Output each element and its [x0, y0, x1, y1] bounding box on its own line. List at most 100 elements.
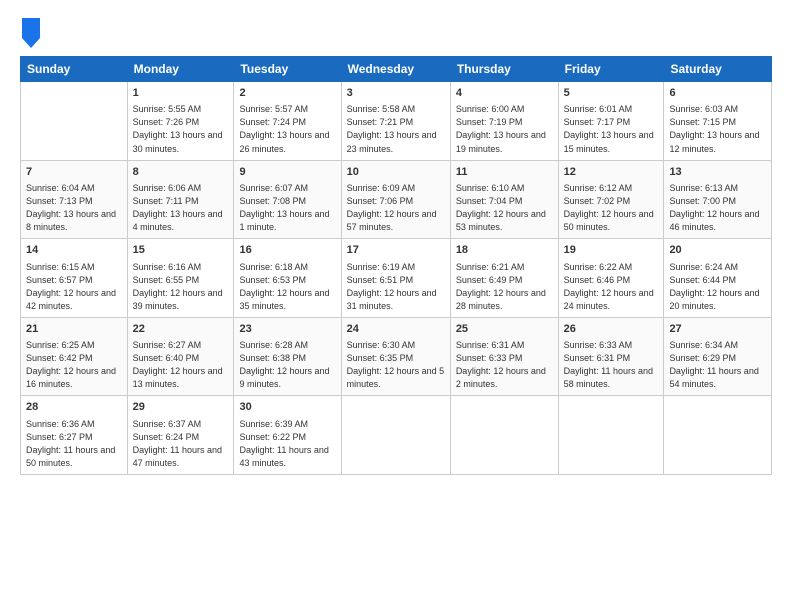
day-info: Sunrise: 6:25 AMSunset: 6:42 PMDaylight:… — [26, 339, 122, 391]
calendar-cell: 26 Sunrise: 6:33 AMSunset: 6:31 PMDayligh… — [558, 317, 664, 396]
calendar-cell: 11 Sunrise: 6:10 AMSunset: 7:04 PMDayligh… — [450, 160, 558, 239]
day-number: 15 — [133, 243, 229, 258]
day-info: Sunrise: 5:55 AMSunset: 7:26 PMDaylight:… — [133, 103, 229, 155]
day-number: 2 — [239, 86, 335, 101]
calendar-cell: 5Sunrise: 6:01 AMSunset: 7:17 PMDaylight… — [558, 82, 664, 161]
day-info: Sunrise: 6:24 AMSunset: 6:44 PMDaylight:… — [669, 261, 766, 313]
day-info: Sunrise: 6:30 AMSunset: 6:35 PMDaylight:… — [347, 339, 445, 391]
calendar-week-row: 7 Sunrise: 6:04 AMSunset: 7:13 PMDaylight… — [21, 160, 772, 239]
calendar-cell: 6 Sunrise: 6:03 AMSunset: 7:15 PMDaylight… — [664, 82, 772, 161]
day-number: 14 — [26, 243, 122, 258]
calendar-cell: 30 Sunrise: 6:39 AMSunset: 6:22 PMDayligh… — [234, 396, 341, 475]
calendar-week-row: 28 Sunrise: 6:36 AMSunset: 6:27 PMDayligh… — [21, 396, 772, 475]
day-number: 10 — [347, 165, 445, 180]
calendar-cell — [664, 396, 772, 475]
calendar-table: SundayMondayTuesdayWednesdayThursdayFrid… — [20, 56, 772, 475]
calendar-header-row: SundayMondayTuesdayWednesdayThursdayFrid… — [21, 57, 772, 82]
calendar-cell: 13Sunrise: 6:13 AMSunset: 7:00 PMDayligh… — [664, 160, 772, 239]
calendar-cell: 15Sunrise: 6:16 AMSunset: 6:55 PMDayligh… — [127, 239, 234, 318]
day-info: Sunrise: 6:03 AMSunset: 7:15 PMDaylight:… — [669, 103, 766, 155]
day-info: Sunrise: 6:15 AMSunset: 6:57 PMDaylight:… — [26, 261, 122, 313]
header — [20, 18, 772, 48]
logo-icon — [22, 18, 40, 48]
column-header-tuesday: Tuesday — [234, 57, 341, 82]
calendar-cell: 29 Sunrise: 6:37 AMSunset: 6:24 PMDayligh… — [127, 396, 234, 475]
day-number: 17 — [347, 243, 445, 258]
day-info: Sunrise: 5:58 AMSunset: 7:21 PMDaylight:… — [347, 103, 445, 155]
calendar-cell: 8 Sunrise: 6:06 AMSunset: 7:11 PMDaylight… — [127, 160, 234, 239]
day-number: 9 — [239, 165, 335, 180]
day-number: 7 — [26, 165, 122, 180]
day-info: Sunrise: 6:18 AMSunset: 6:53 PMDaylight:… — [239, 261, 335, 313]
day-info: Sunrise: 6:37 AMSunset: 6:24 PMDaylight:… — [133, 418, 229, 470]
day-number: 13 — [669, 165, 766, 180]
day-number: 29 — [133, 400, 229, 415]
day-number: 26 — [564, 322, 659, 337]
calendar-cell: 23 Sunrise: 6:28 AMSunset: 6:38 PMDayligh… — [234, 317, 341, 396]
day-info: Sunrise: 6:19 AMSunset: 6:51 PMDaylight:… — [347, 261, 445, 313]
calendar-cell: 3 Sunrise: 5:58 AMSunset: 7:21 PMDaylight… — [341, 82, 450, 161]
day-number: 22 — [133, 322, 229, 337]
calendar-cell: 18Sunrise: 6:21 AMSunset: 6:49 PMDayligh… — [450, 239, 558, 318]
column-header-friday: Friday — [558, 57, 664, 82]
day-info: Sunrise: 6:36 AMSunset: 6:27 PMDaylight:… — [26, 418, 122, 470]
column-header-thursday: Thursday — [450, 57, 558, 82]
day-info: Sunrise: 6:21 AMSunset: 6:49 PMDaylight:… — [456, 261, 553, 313]
calendar-cell — [450, 396, 558, 475]
calendar-cell — [21, 82, 128, 161]
day-info: Sunrise: 5:57 AMSunset: 7:24 PMDaylight:… — [239, 103, 335, 155]
day-info: Sunrise: 6:31 AMSunset: 6:33 PMDaylight:… — [456, 339, 553, 391]
day-number: 11 — [456, 165, 553, 180]
day-info: Sunrise: 6:07 AMSunset: 7:08 PMDaylight:… — [239, 182, 335, 234]
calendar-cell: 25 Sunrise: 6:31 AMSunset: 6:33 PMDayligh… — [450, 317, 558, 396]
day-info: Sunrise: 6:34 AMSunset: 6:29 PMDaylight:… — [669, 339, 766, 391]
calendar-cell: 21Sunrise: 6:25 AMSunset: 6:42 PMDayligh… — [21, 317, 128, 396]
column-header-wednesday: Wednesday — [341, 57, 450, 82]
day-number: 28 — [26, 400, 122, 415]
day-number: 25 — [456, 322, 553, 337]
calendar-cell: 20 Sunrise: 6:24 AMSunset: 6:44 PMDayligh… — [664, 239, 772, 318]
calendar-cell: 10 Sunrise: 6:09 AMSunset: 7:06 PMDayligh… — [341, 160, 450, 239]
day-info: Sunrise: 6:12 AMSunset: 7:02 PMDaylight:… — [564, 182, 659, 234]
calendar-cell — [341, 396, 450, 475]
day-number: 30 — [239, 400, 335, 415]
day-info: Sunrise: 6:06 AMSunset: 7:11 PMDaylight:… — [133, 182, 229, 234]
day-info: Sunrise: 6:09 AMSunset: 7:06 PMDaylight:… — [347, 182, 445, 234]
calendar-cell: 17 Sunrise: 6:19 AMSunset: 6:51 PMDayligh… — [341, 239, 450, 318]
day-number: 8 — [133, 165, 229, 180]
calendar-cell: 16Sunrise: 6:18 AMSunset: 6:53 PMDayligh… — [234, 239, 341, 318]
day-info: Sunrise: 6:39 AMSunset: 6:22 PMDaylight:… — [239, 418, 335, 470]
day-info: Sunrise: 6:33 AMSunset: 6:31 PMDaylight:… — [564, 339, 659, 391]
day-number: 5 — [564, 86, 659, 101]
calendar-cell: 19 Sunrise: 6:22 AMSunset: 6:46 PMDayligh… — [558, 239, 664, 318]
day-number: 27 — [669, 322, 766, 337]
day-number: 24 — [347, 322, 445, 337]
day-number: 6 — [669, 86, 766, 101]
logo — [20, 18, 40, 48]
day-info: Sunrise: 6:28 AMSunset: 6:38 PMDaylight:… — [239, 339, 335, 391]
day-info: Sunrise: 6:22 AMSunset: 6:46 PMDaylight:… — [564, 261, 659, 313]
day-info: Sunrise: 6:00 AMSunset: 7:19 PMDaylight:… — [456, 103, 553, 155]
day-number: 3 — [347, 86, 445, 101]
day-number: 12 — [564, 165, 659, 180]
calendar-cell: 24 Sunrise: 6:30 AMSunset: 6:35 PMDayligh… — [341, 317, 450, 396]
column-header-monday: Monday — [127, 57, 234, 82]
column-header-saturday: Saturday — [664, 57, 772, 82]
calendar-cell: 7 Sunrise: 6:04 AMSunset: 7:13 PMDaylight… — [21, 160, 128, 239]
day-number: 20 — [669, 243, 766, 258]
day-number: 23 — [239, 322, 335, 337]
calendar-cell: 14 Sunrise: 6:15 AMSunset: 6:57 PMDayligh… — [21, 239, 128, 318]
day-info: Sunrise: 6:27 AMSunset: 6:40 PMDaylight:… — [133, 339, 229, 391]
page: SundayMondayTuesdayWednesdayThursdayFrid… — [0, 0, 792, 612]
calendar-cell: 28 Sunrise: 6:36 AMSunset: 6:27 PMDayligh… — [21, 396, 128, 475]
day-info: Sunrise: 6:04 AMSunset: 7:13 PMDaylight:… — [26, 182, 122, 234]
day-number: 19 — [564, 243, 659, 258]
day-info: Sunrise: 6:10 AMSunset: 7:04 PMDaylight:… — [456, 182, 553, 234]
calendar-cell: 27 Sunrise: 6:34 AMSunset: 6:29 PMDayligh… — [664, 317, 772, 396]
calendar-cell: 1Sunrise: 5:55 AMSunset: 7:26 PMDaylight… — [127, 82, 234, 161]
calendar-cell: 22 Sunrise: 6:27 AMSunset: 6:40 PMDayligh… — [127, 317, 234, 396]
calendar-week-row: 21Sunrise: 6:25 AMSunset: 6:42 PMDayligh… — [21, 317, 772, 396]
calendar-week-row: 1Sunrise: 5:55 AMSunset: 7:26 PMDaylight… — [21, 82, 772, 161]
column-header-sunday: Sunday — [21, 57, 128, 82]
calendar-cell: 9 Sunrise: 6:07 AMSunset: 7:08 PMDaylight… — [234, 160, 341, 239]
